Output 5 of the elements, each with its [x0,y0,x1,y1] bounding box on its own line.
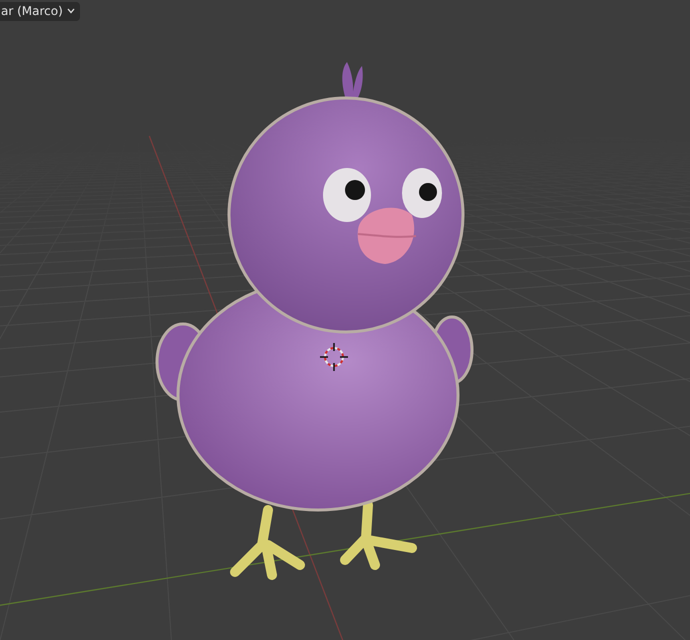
3d-viewport[interactable]: ar (Marco) [0,0,690,640]
bird-drawing[interactable] [156,62,474,580]
3d-cursor-icon[interactable] [319,342,349,372]
object-dropdown[interactable]: ar (Marco) [0,2,80,21]
chevron-down-icon [66,8,75,14]
